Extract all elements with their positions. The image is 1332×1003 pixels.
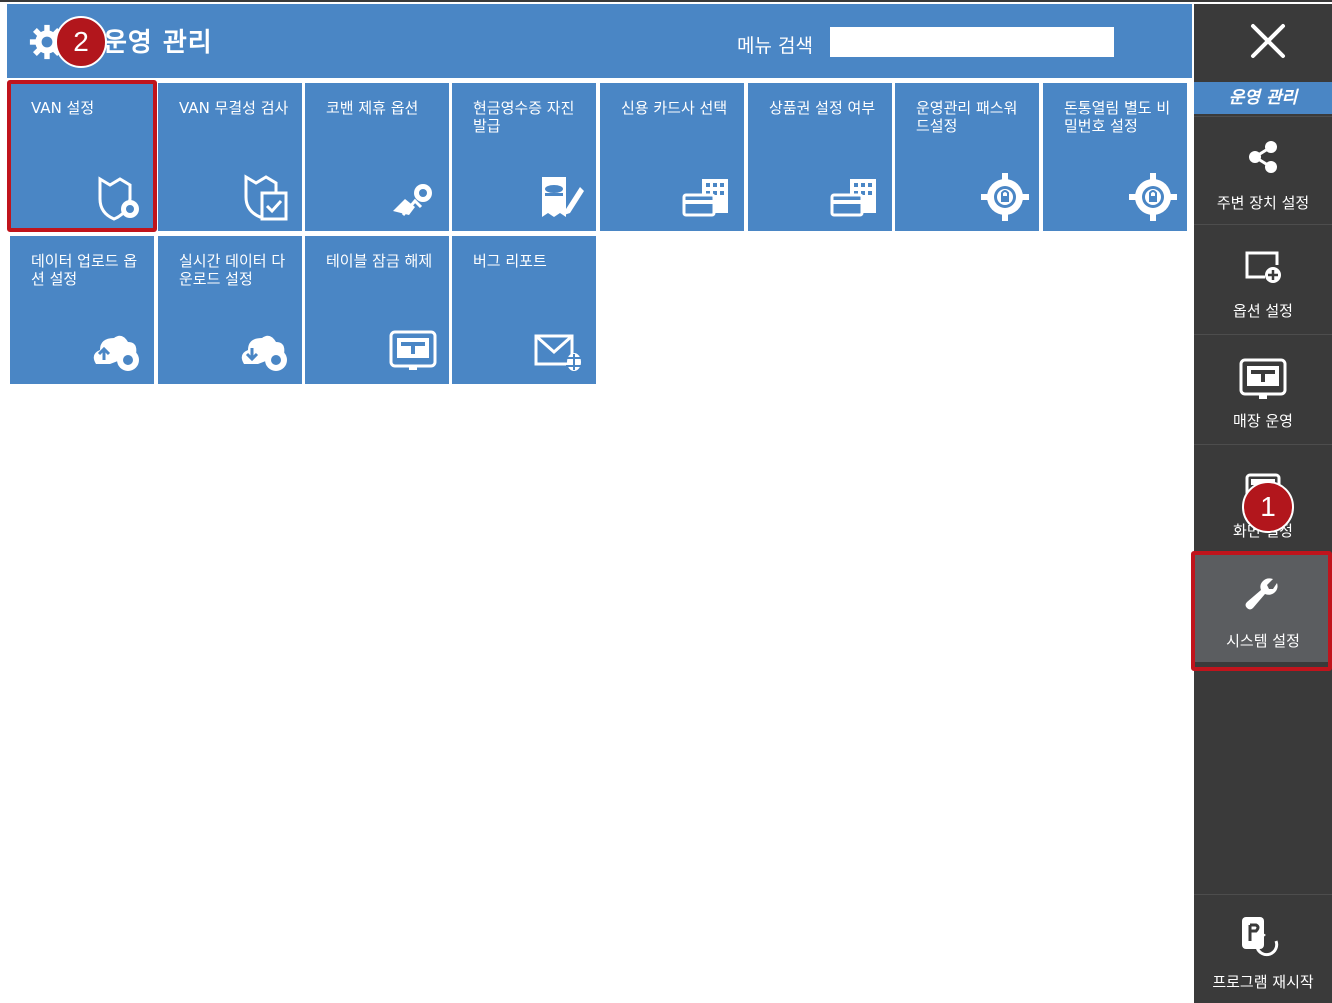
sidebar-title: 운영 관리 <box>1194 82 1332 114</box>
step-badge-1: 1 <box>1242 481 1294 533</box>
sidebar-item-label: 프로그램 재시작 <box>1212 973 1314 991</box>
tile-bug-report[interactable]: 버그 리포트 <box>452 236 596 384</box>
sidebar-item-label: 매장 운영 <box>1233 412 1293 430</box>
tile-label: 실시간 데이터 다운로드 설정 <box>179 252 286 288</box>
tile-gift-card-setting[interactable]: 상품권 설정 여부 <box>748 83 892 231</box>
tile-table-unlock[interactable]: 테이블 잠금 해제 <box>305 236 449 384</box>
tile-label: 신용 카드사 선택 <box>621 99 728 117</box>
sidebar-item-system-settings[interactable]: 시스템 설정 <box>1194 554 1332 662</box>
tile-admin-password-setting[interactable]: 운영관리 패스워드설정 <box>895 83 1039 231</box>
store-screen-icon <box>1239 358 1287 399</box>
menu-search-input[interactable] <box>830 27 1114 57</box>
tile-label: 운영관리 패스워드설정 <box>916 99 1018 135</box>
sidebar-item-label: 주변 장치 설정 <box>1216 194 1310 212</box>
sidebar-item-option-settings[interactable]: 옵션 설정 <box>1194 224 1332 332</box>
sidebar-item-peripheral-settings[interactable]: 주변 장치 설정 <box>1194 116 1332 224</box>
table-screen-icon <box>389 330 437 370</box>
tile-credit-card-company-select[interactable]: 신용 카드사 선택 <box>600 83 744 231</box>
wrench-icon <box>1245 578 1278 610</box>
header-bar: 운영 관리 메뉴 검색 <box>7 4 1192 78</box>
gear-lock-icon <box>1129 173 1177 221</box>
window-add-icon <box>1245 251 1281 283</box>
restart-icon <box>1242 917 1279 957</box>
card-building-icon <box>682 179 728 217</box>
share-icon <box>1249 141 1277 173</box>
tile-label: 현금영수증 자진발급 <box>473 99 575 135</box>
handshake-gear-icon <box>393 184 432 216</box>
tile-coban-partner-options[interactable]: 코밴 제휴 옵션 <box>305 83 449 231</box>
tile-label: 테이블 잠금 해제 <box>326 252 433 270</box>
app-window: 운영 관리 메뉴 검색 VAN 설정 VAN 무결성 검사 코밴 제휴 옵션 현… <box>0 0 1332 1003</box>
tile-label: 버그 리포트 <box>473 252 547 270</box>
sidebar-item-program-restart[interactable]: 프로그램 재시작 <box>1194 894 1332 1002</box>
card-building-icon <box>830 179 876 217</box>
tile-cash-drawer-password-setting[interactable]: 돈통열림 별도 비밀번호 설정 <box>1043 83 1187 231</box>
tile-data-upload-options[interactable]: 데이터 업로드 옵션 설정 <box>10 236 154 384</box>
close-icon <box>1251 24 1285 58</box>
menu-search-label: 메뉴 검색 <box>737 35 813 57</box>
tile-label: 데이터 업로드 옵션 설정 <box>31 252 138 288</box>
sidebar-item-label: 옵션 설정 <box>1233 302 1293 320</box>
tile-label: 돈통열림 별도 비밀번호 설정 <box>1064 99 1171 135</box>
tile-label: VAN 무결성 검사 <box>179 99 289 117</box>
shield-gear-icon <box>98 176 139 221</box>
mail-bug-icon <box>534 334 582 371</box>
receipt-edit-icon <box>542 177 584 217</box>
page-title: 운영 관리 <box>103 28 213 58</box>
tile-cash-receipt-self-issue[interactable]: 현금영수증 자진발급 <box>452 83 596 231</box>
sidebar-item-label: 시스템 설정 <box>1226 632 1300 650</box>
tile-van-integrity-check[interactable]: VAN 무결성 검사 <box>158 83 302 231</box>
close-button[interactable] <box>1194 4 1332 78</box>
tile-label: 코밴 제휴 옵션 <box>326 99 419 117</box>
cloud-upload-gear-icon <box>93 335 139 371</box>
sidebar-item-store-operation[interactable]: 매장 운영 <box>1194 334 1332 442</box>
step-badge-2: 2 <box>55 16 107 68</box>
tile-realtime-data-download[interactable]: 실시간 데이터 다운로드 설정 <box>158 236 302 384</box>
cloud-download-gear-icon <box>241 335 287 371</box>
gear-lock-icon <box>981 173 1029 221</box>
tile-label: 상품권 설정 여부 <box>769 99 876 117</box>
tile-van-settings[interactable]: VAN 설정 <box>10 83 154 231</box>
tile-label: VAN 설정 <box>31 99 95 117</box>
shield-check-icon <box>244 174 288 221</box>
